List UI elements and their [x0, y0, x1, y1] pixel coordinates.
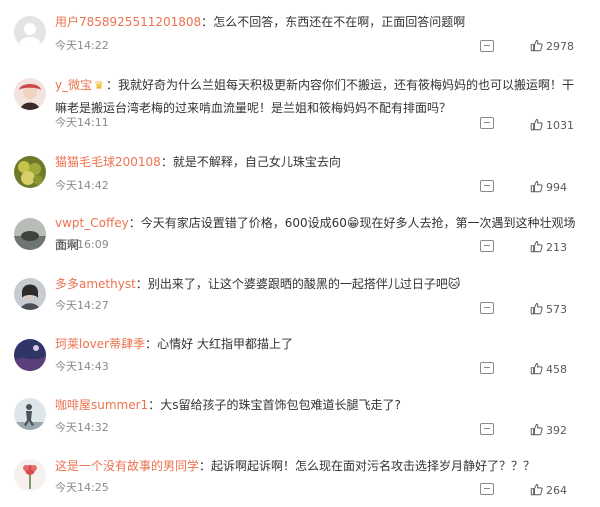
comment-time: 今天14:43: [55, 360, 109, 373]
like-count: 573: [546, 303, 567, 316]
thumbs-up-icon: [530, 240, 543, 253]
comment-separator: ：: [199, 459, 212, 473]
comment-text: 大s留给孩子的珠宝首饰包包难道长腿飞走了?: [160, 398, 401, 412]
comment-time: 今天14:32: [55, 421, 109, 434]
comment-username[interactable]: y_微宝: [55, 78, 92, 92]
reply-icon[interactable]: [480, 240, 494, 252]
comment-text: 起诉啊起诉啊！怎么现在面对污名攻击选择岁月静好了？？？: [211, 459, 536, 473]
like-count: 2978: [546, 40, 574, 53]
user-photo-icon: [14, 156, 46, 188]
comment-username[interactable]: 咖啡屋summer1: [55, 398, 148, 412]
comment-time: 今天14:27: [55, 299, 109, 312]
comment-time: 今天16:09: [55, 238, 109, 251]
comment-username[interactable]: 这是一个没有故事的男同学: [55, 459, 199, 473]
reply-icon[interactable]: [480, 117, 494, 129]
like-button[interactable]: 213: [530, 240, 567, 255]
comment-text: 心情好 大红指甲都描上了: [157, 337, 293, 351]
reply-icon[interactable]: [480, 483, 494, 495]
thumbs-up-icon: [530, 39, 543, 52]
avatar[interactable]: [14, 339, 46, 371]
comment-username[interactable]: 用户7858925511201808: [55, 15, 201, 29]
default-user-icon: [14, 16, 46, 48]
comment-text: 就是不解释，自己女儿珠宝去向: [172, 155, 341, 169]
like-button[interactable]: 573: [530, 302, 567, 317]
comment-username[interactable]: 多多amethyst: [55, 277, 136, 291]
reply-icon[interactable]: [480, 423, 494, 435]
comment-text: 今天有家店设置错了价格，600设成60: [140, 216, 347, 230]
like-button[interactable]: 392: [530, 423, 567, 438]
thumbs-up-icon: [530, 362, 543, 375]
comment-time: 今天14:22: [55, 39, 109, 52]
comment-username[interactable]: 猫猫毛毛球200108: [55, 155, 161, 169]
user-photo-icon: [14, 459, 46, 491]
reply-icon[interactable]: [480, 362, 494, 374]
thumbs-up-icon: [530, 118, 543, 131]
comment-separator: ：: [160, 155, 173, 169]
crown-icon: ♛: [94, 79, 104, 92]
reply-icon[interactable]: [480, 302, 494, 314]
like-button[interactable]: 2978: [530, 39, 574, 54]
comment-time: 今天14:25: [55, 481, 109, 494]
comment-time: 今天14:11: [55, 116, 109, 129]
thumbs-up-icon: [530, 483, 543, 496]
user-photo-icon: [14, 278, 46, 310]
grin-emoji-icon: 😁: [346, 216, 360, 230]
like-count: 994: [546, 181, 567, 194]
cat-emoji-icon: 🐱: [447, 277, 461, 291]
avatar[interactable]: [14, 156, 46, 188]
comment-username[interactable]: vwpt_Coffey: [55, 216, 129, 230]
comment-separator: ：: [135, 277, 148, 291]
thumbs-up-icon: [530, 180, 543, 193]
user-photo-icon: [14, 339, 46, 371]
user-photo-icon: [14, 398, 46, 430]
like-count: 458: [546, 363, 567, 376]
avatar[interactable]: [14, 398, 46, 430]
avatar[interactable]: [14, 278, 46, 310]
like-button[interactable]: 1031: [530, 118, 574, 133]
like-count: 1031: [546, 119, 574, 132]
user-photo-icon: [14, 218, 46, 250]
reply-icon[interactable]: [480, 40, 494, 52]
thumbs-up-icon: [530, 423, 543, 436]
comment-separator: ：: [128, 216, 141, 230]
comment-text: 我就好奇为什么兰姐每天积极更新内容你们不搬运，还有筱梅妈妈的也可以搬运啊！干嘛老…: [55, 78, 575, 115]
thumbs-up-icon: [530, 302, 543, 315]
user-photo-icon: [14, 78, 46, 110]
like-button[interactable]: 994: [530, 180, 567, 195]
comment-text: 怎么不回答，东西还在不在啊，正面回答问题啊: [213, 15, 466, 29]
comment-list: 用户7858925511201808：怎么不回答，东西还在不在啊，正面回答问题啊…: [0, 0, 600, 507]
comment-time: 今天14:42: [55, 179, 109, 192]
reply-icon[interactable]: [480, 180, 494, 192]
avatar[interactable]: [14, 459, 46, 491]
like-button[interactable]: 458: [530, 362, 567, 377]
avatar[interactable]: [14, 218, 46, 250]
comment-separator: ：: [105, 78, 118, 92]
comment-separator: ：: [201, 15, 214, 29]
like-count: 213: [546, 241, 567, 254]
like-button[interactable]: 264: [530, 483, 567, 498]
comment-separator: ：: [148, 398, 161, 412]
comment-separator: ：: [145, 337, 158, 351]
like-count: 264: [546, 484, 567, 497]
avatar[interactable]: [14, 16, 46, 48]
avatar[interactable]: [14, 78, 46, 110]
like-count: 392: [546, 424, 567, 437]
comment-text: 别出来了，让这个婆婆跟晒的酸黑的一起搭伴儿过日子吧: [147, 277, 448, 291]
comment-username[interactable]: 珂莱lover蒂肆季: [55, 337, 145, 351]
